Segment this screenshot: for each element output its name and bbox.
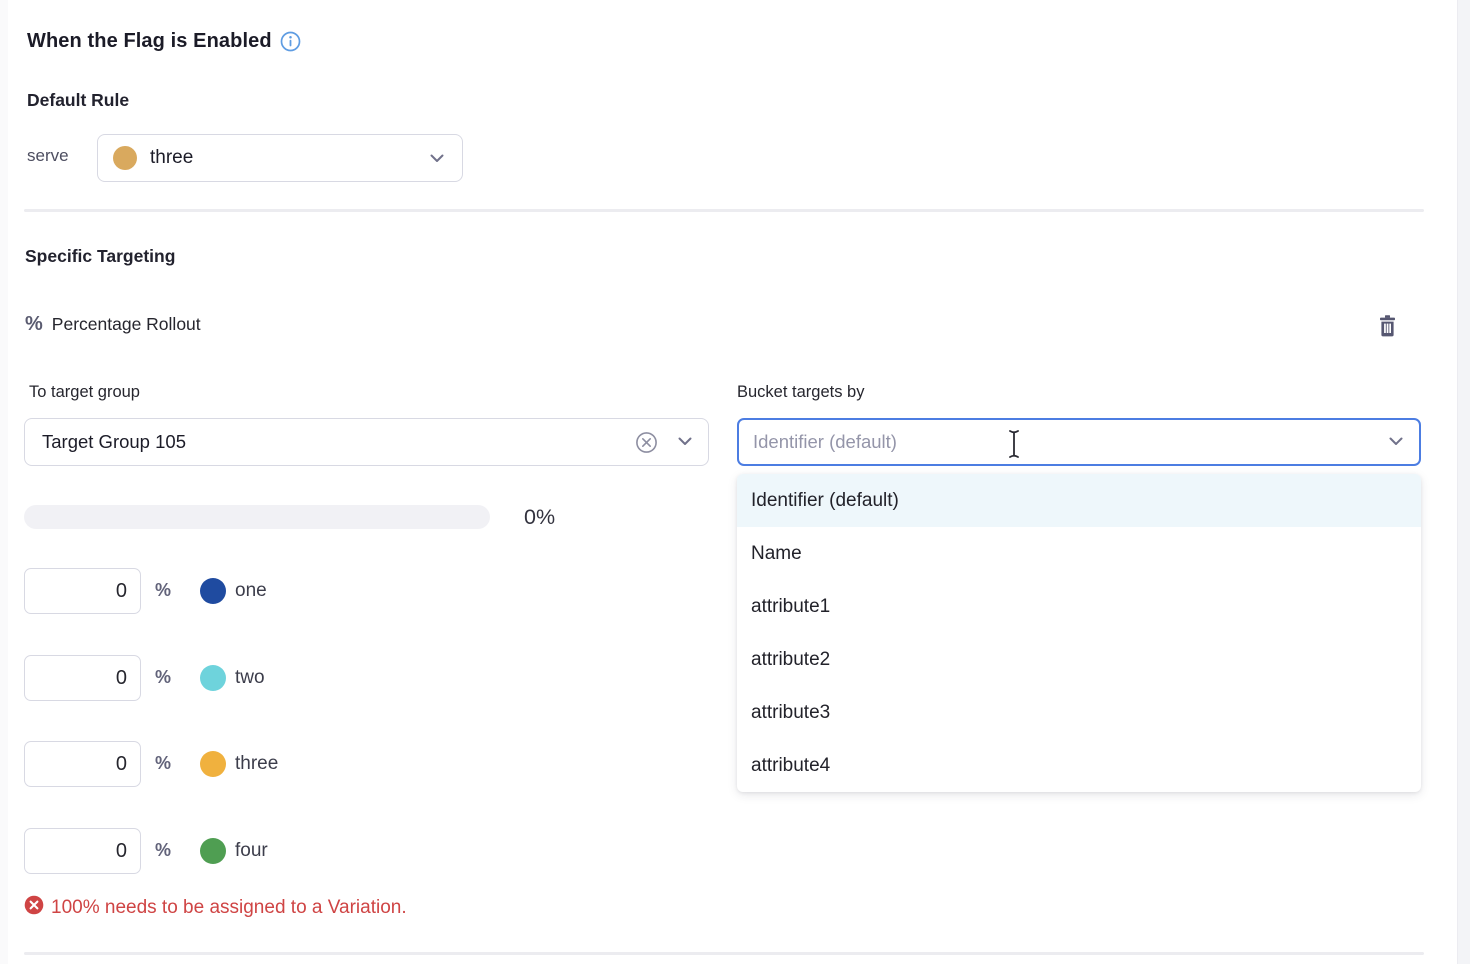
trash-icon[interactable] [1375, 313, 1400, 339]
percent-suffix: % [155, 580, 171, 601]
variation-percent-input[interactable]: 0 [24, 741, 141, 787]
bucket-targets-input[interactable]: Identifier (default) [737, 418, 1421, 466]
percent-suffix: % [155, 840, 171, 861]
validation-error-text: 100% needs to be assigned to a Variation… [51, 897, 407, 919]
rollout-progress-value: 0% [524, 505, 555, 530]
specific-targeting-heading: Specific Targeting [25, 246, 175, 267]
target-group-select[interactable]: Target Group 105 [24, 418, 709, 466]
variation-percent-input[interactable]: 0 [24, 568, 141, 614]
variation-name: three [235, 753, 278, 775]
percent-suffix: % [155, 753, 171, 774]
bucket-input-placeholder: Identifier (default) [753, 431, 897, 453]
menu-item-attribute3[interactable]: attribute3 [737, 686, 1421, 739]
variation-percent-input[interactable]: 0 [24, 828, 141, 874]
percent-suffix: % [155, 667, 171, 688]
serve-select-value: three [150, 147, 193, 169]
bucket-options-menu: Identifier (default) Name attribute1 att… [737, 474, 1421, 792]
variation-color-dot [113, 146, 137, 170]
section-divider [24, 209, 1424, 212]
page-right-gutter [1457, 0, 1470, 964]
variation-color-dot [200, 578, 226, 604]
rollout-progress-bar [24, 505, 490, 529]
info-icon[interactable] [280, 31, 301, 52]
variation-legend: three [200, 751, 278, 777]
variation-name: one [235, 580, 267, 602]
variation-legend: two [200, 665, 265, 691]
text-cursor-icon [1007, 429, 1021, 464]
validation-error-row: 100% needs to be assigned to a Variation… [24, 895, 407, 920]
bottom-divider [24, 952, 1424, 955]
page-left-gutter [0, 0, 8, 964]
variation-legend: four [200, 838, 268, 864]
percentage-rollout-label: Percentage Rollout [52, 314, 201, 335]
percent-icon: % [25, 313, 43, 336]
menu-item-attribute4[interactable]: attribute4 [737, 739, 1421, 792]
menu-item-name[interactable]: Name [737, 527, 1421, 580]
menu-item-attribute2[interactable]: attribute2 [737, 633, 1421, 686]
percentage-rollout-row: % Percentage Rollout [25, 313, 201, 336]
variation-name: four [235, 840, 268, 862]
menu-item-attribute1[interactable]: attribute1 [737, 580, 1421, 633]
variation-color-dot [200, 838, 226, 864]
target-group-label: To target group [29, 383, 140, 402]
serve-label: serve [27, 146, 69, 166]
error-icon [24, 895, 44, 920]
menu-item-identifier-default[interactable]: Identifier (default) [737, 474, 1421, 527]
chevron-down-icon [430, 154, 444, 163]
page-title-row: When the Flag is Enabled [27, 30, 301, 53]
page-title: When the Flag is Enabled [27, 30, 272, 53]
default-rule-heading: Default Rule [27, 90, 129, 111]
chevron-down-icon [1389, 433, 1403, 451]
clear-selection-icon[interactable] [635, 431, 658, 454]
target-group-value: Target Group 105 [42, 431, 186, 453]
bucket-targets-label: Bucket targets by [737, 383, 864, 402]
chevron-down-icon [678, 433, 692, 451]
variation-percent-input[interactable]: 0 [24, 655, 141, 701]
variation-color-dot [200, 751, 226, 777]
variation-color-dot [200, 665, 226, 691]
variation-name: two [235, 667, 265, 689]
variation-legend: one [200, 578, 267, 604]
flag-targeting-panel: When the Flag is Enabled Default Rule se… [0, 0, 1470, 964]
default-serve-select[interactable]: three [97, 134, 463, 182]
